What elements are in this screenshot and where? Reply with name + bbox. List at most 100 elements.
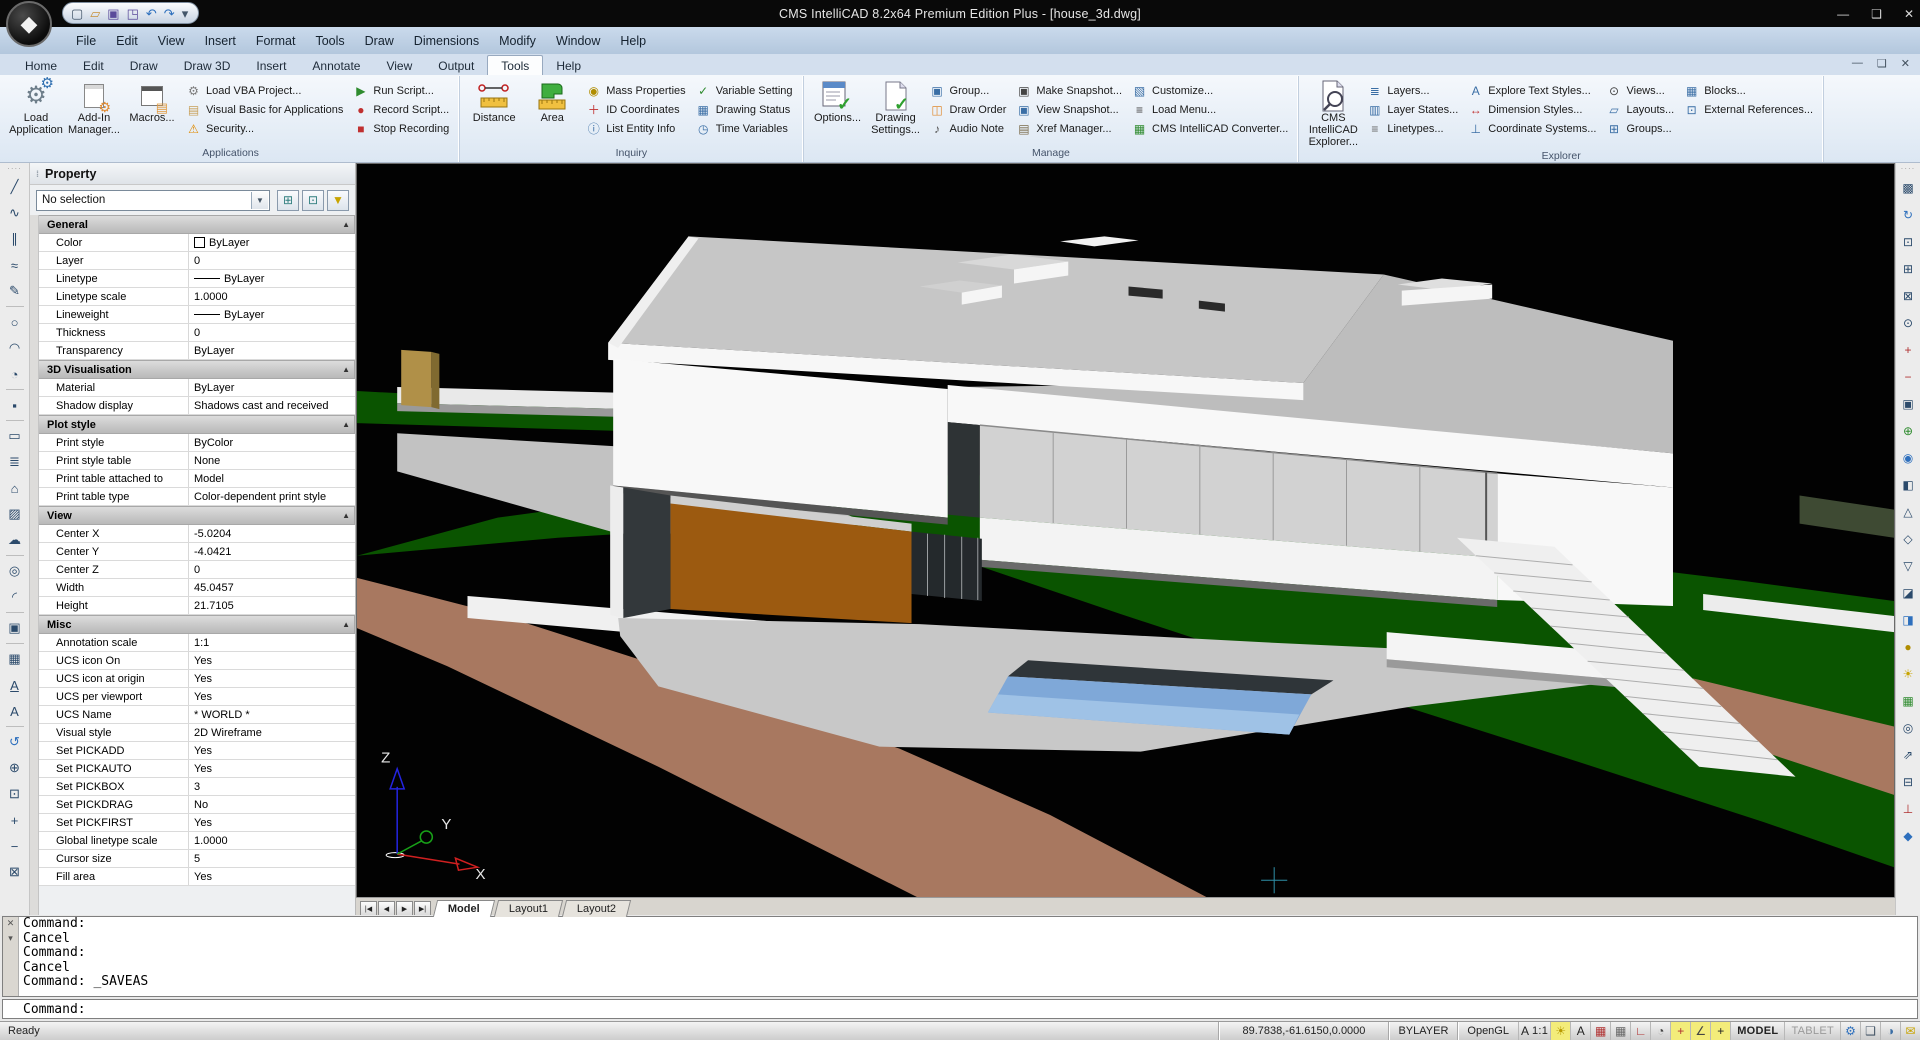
menu-tools[interactable]: Tools (305, 29, 354, 53)
freehand-sketch-button[interactable]: ✎ (3, 278, 27, 304)
redraw-button[interactable]: ▩ (1898, 174, 1919, 201)
property-value[interactable]: Yes (189, 814, 355, 831)
point-button[interactable]: ▪ (3, 392, 27, 418)
id-coordinates-button[interactable]: ＋ID Coordinates (581, 100, 690, 119)
list-entity-info-button[interactable]: ⓘList Entity Info (581, 119, 690, 138)
property-value[interactable]: 21.7105 (189, 597, 355, 614)
property-value[interactable]: Yes (189, 868, 355, 885)
property-value[interactable]: 1.0000 (189, 288, 355, 305)
menu-view[interactable]: View (148, 29, 195, 53)
property-row[interactable]: Set PICKFIRSTYes (39, 814, 355, 832)
linetypes-button[interactable]: ≡Linetypes... (1362, 119, 1463, 138)
entity-track-toggle[interactable]: ∠ (1690, 1022, 1710, 1040)
menu-draw[interactable]: Draw (355, 29, 404, 53)
mdi-minimize-button[interactable]: — (1852, 57, 1863, 70)
property-row[interactable]: Center X-5.0204 (39, 525, 355, 543)
menu-edit[interactable]: Edit (106, 29, 148, 53)
tab-edit[interactable]: Edit (70, 56, 117, 75)
property-value[interactable]: 45.0457 (189, 579, 355, 596)
drawing-status-button[interactable]: ▦Drawing Status (691, 100, 798, 119)
mdi-restore-button[interactable]: ❑ (1877, 57, 1887, 70)
property-value[interactable]: 3 (189, 778, 355, 795)
layer-states-button[interactable]: ▥Layer States... (1362, 100, 1463, 119)
property-row[interactable]: LineweightByLayer (39, 306, 355, 324)
collapse-icon[interactable]: ▲ (342, 220, 350, 229)
hide-button[interactable]: ◪ (1898, 579, 1919, 606)
property-value[interactable]: Yes (189, 670, 355, 687)
property-row[interactable]: Thickness0 (39, 324, 355, 342)
run-script-button[interactable]: ▶Run Script... (348, 81, 454, 100)
ellipse-button[interactable]: ◔ (3, 361, 27, 387)
mail-toggle[interactable]: ✉ (1900, 1022, 1920, 1040)
redo-icon[interactable]: ↷ (164, 7, 175, 20)
spline-button[interactable]: ≈ (3, 252, 27, 278)
tab-draw-3d[interactable]: Draw 3D (171, 56, 244, 75)
hatch-button[interactable]: ▨ (3, 501, 27, 527)
shade-button[interactable]: ◨ (1898, 606, 1919, 633)
section-header-3d-visualisation[interactable]: 3D Visualisation▲ (39, 360, 355, 379)
zoom-scale-button[interactable]: ⊠ (1898, 282, 1919, 309)
property-value[interactable]: Shadows cast and received (189, 397, 355, 414)
property-value[interactable]: -4.0421 (189, 543, 355, 560)
property-row[interactable]: Print table attached toModel (39, 470, 355, 488)
mdi-close-button[interactable]: ✕ (1901, 57, 1910, 70)
zoom-center-button[interactable]: ⊙ (1898, 309, 1919, 336)
rectangle-button[interactable]: ▭ (3, 423, 27, 449)
zoom-in-button[interactable]: + (1898, 336, 1919, 363)
snap-toggle[interactable]: ▦ (1590, 1022, 1610, 1040)
zoom-out-button[interactable]: − (3, 833, 27, 859)
zoom-window-button[interactable]: ⊡ (3, 781, 27, 807)
property-row[interactable]: UCS icon at originYes (39, 670, 355, 688)
toolbar-grip-icon[interactable]: ···· (1901, 166, 1916, 174)
clean-screen-toggle[interactable]: ❑ (1860, 1022, 1880, 1040)
zoom-window-button[interactable]: ⊡ (1898, 228, 1919, 255)
line-button[interactable]: ╱ (3, 174, 27, 200)
explore-text-styles-button[interactable]: AExplore Text Styles... (1463, 81, 1601, 100)
donut-button[interactable]: ◎ (3, 558, 27, 584)
property-value[interactable]: ByLayer (189, 306, 355, 323)
property-value[interactable]: -5.0204 (189, 525, 355, 542)
maximize-button[interactable]: ❑ (1871, 7, 1882, 21)
time-variables-button[interactable]: ◷Time Variables (691, 119, 798, 138)
cms-intellicad-explorer-button[interactable]: CMS IntelliCAD Explorer... (1304, 78, 1362, 149)
polygon-button[interactable]: ⌂ (3, 475, 27, 501)
update-view-button[interactable]: ↺ (3, 729, 27, 755)
load-menu-button[interactable]: ≡Load Menu... (1127, 100, 1293, 119)
doc-tab-layout2[interactable]: Layout2 (562, 900, 631, 917)
graphics-engine-indicator[interactable]: OpenGL (1457, 1022, 1518, 1040)
toolbar-grip-icon[interactable]: ···· (7, 166, 22, 174)
property-value[interactable]: 0 (189, 252, 355, 269)
zoom-extents-button[interactable]: ⊠ (3, 859, 27, 885)
property-row[interactable]: Center Z0 (39, 561, 355, 579)
property-row[interactable]: TransparencyByLayer (39, 342, 355, 360)
views-button[interactable]: ⊙Views... (1601, 81, 1679, 100)
annotation-scale-toggle[interactable]: A1:1 (1518, 1022, 1550, 1040)
draw-order-button[interactable]: ◫Draw Order (925, 100, 1012, 119)
property-value[interactable]: None (189, 452, 355, 469)
select-entities-button[interactable]: ⊞ (277, 190, 299, 211)
property-row[interactable]: Annotation scale1:1 (39, 634, 355, 652)
options-button[interactable]: ✓Options... (809, 78, 867, 146)
undo-icon[interactable]: ↶ (146, 7, 157, 20)
make-snapshot-button[interactable]: ▣Make Snapshot... (1011, 81, 1127, 100)
property-row[interactable]: LinetypeByLayer (39, 270, 355, 288)
coordinates-readout[interactable]: 89.7838,-61.6150,0.0000 (1218, 1022, 1388, 1040)
tab-home[interactable]: Home (12, 56, 70, 75)
property-value[interactable]: ByLayer (189, 270, 355, 287)
security-button[interactable]: ⚠Security... (181, 119, 348, 138)
new-icon[interactable]: ▢ (71, 7, 83, 20)
property-value[interactable]: ByLayer (189, 342, 355, 359)
tab-insert[interactable]: Insert (243, 56, 299, 75)
property-value[interactable]: 0 (189, 324, 355, 341)
save-as-icon[interactable]: ◳ (127, 7, 139, 20)
quick-select-button[interactable]: ⊡ (302, 190, 324, 211)
double-line-button[interactable]: ∥ (3, 226, 27, 252)
visual-basic-for-applications-button[interactable]: ▤Visual Basic for Applications (181, 100, 348, 119)
section-header-plot-style[interactable]: Plot style▲ (39, 415, 355, 434)
group-button[interactable]: ▣Group... (925, 81, 1012, 100)
section-header-view[interactable]: View▲ (39, 506, 355, 525)
property-value[interactable]: Yes (189, 742, 355, 759)
collapse-icon[interactable]: ▲ (342, 511, 350, 520)
fillet-button[interactable]: ◜ (3, 584, 27, 610)
settings-gear-toggle[interactable]: ⚙ (1840, 1022, 1860, 1040)
